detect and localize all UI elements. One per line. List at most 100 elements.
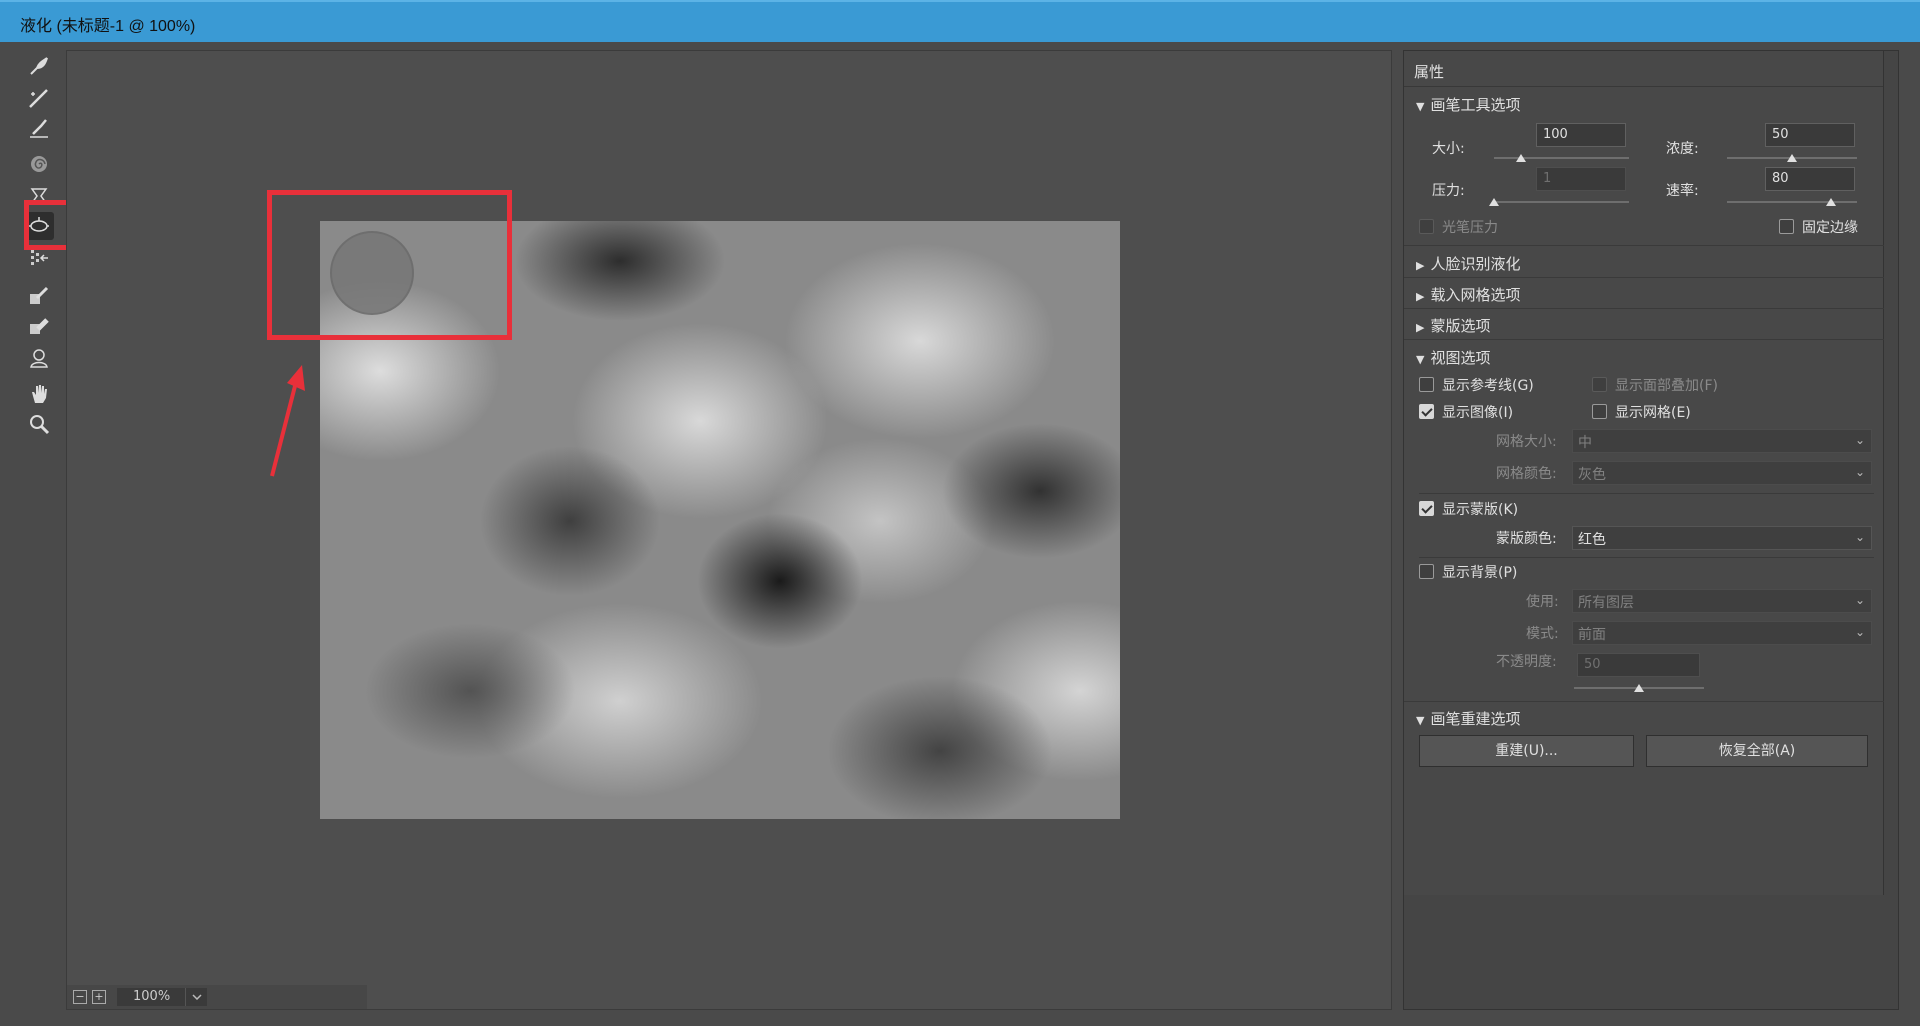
tool-bar — [14, 48, 90, 468]
section-brush-reconstruct-options[interactable]: ▼ 画笔重建选项 — [1416, 708, 1520, 729]
section-mask-options[interactable]: ▶ 蒙版选项 — [1416, 315, 1490, 336]
hand-icon[interactable] — [24, 380, 54, 408]
section-title: 画笔工具选项 — [1430, 96, 1521, 114]
show-mask-label: 显示蒙版(K) — [1442, 502, 1519, 518]
annotation-arrow — [270, 365, 305, 477]
opacity-label: 不透明度: — [1496, 654, 1557, 670]
rate-slider[interactable] — [1727, 201, 1857, 203]
section-title: 载入网格选项 — [1430, 286, 1521, 304]
show-backdrop-checkbox[interactable] — [1419, 564, 1434, 579]
mask-color-select[interactable]: 红色 ⌄ — [1572, 526, 1872, 550]
section-view-options[interactable]: ▼ 视图选项 — [1416, 347, 1490, 368]
canvas-area[interactable]: − + 100% — [66, 50, 1392, 1010]
divider — [1404, 339, 1884, 340]
show-guides-label: 显示参考线(G) — [1442, 378, 1534, 394]
chevron-down-icon: ⌄ — [1854, 625, 1865, 639]
stylus-pressure-checkbox[interactable] — [1419, 219, 1434, 234]
divider — [1404, 277, 1884, 278]
pressure-label: 压力: — [1432, 183, 1465, 199]
section-brush-tool-options[interactable]: ▼ 画笔工具选项 — [1416, 94, 1520, 115]
properties-header: 属性 — [1404, 51, 1883, 87]
brush-highlight-box — [267, 190, 512, 340]
face-icon[interactable] — [24, 344, 54, 372]
reconstruct-brush-icon[interactable] — [24, 84, 54, 112]
properties-scroll-area: 属性 ▼ 画笔工具选项 大小: 100 浓度: 50 压力: 1 速率: 80 光… — [1404, 51, 1884, 895]
section-title: 视图选项 — [1430, 349, 1491, 367]
show-guides-checkbox[interactable] — [1419, 377, 1434, 392]
size-field[interactable]: 100 — [1536, 123, 1626, 147]
expanded-triangle-icon: ▼ — [1416, 100, 1425, 113]
collapsed-triangle-icon: ▶ — [1416, 259, 1425, 272]
mask-color-label: 蒙版颜色: — [1496, 531, 1557, 547]
section-load-mesh-options[interactable]: ▶ 载入网格选项 — [1416, 284, 1520, 305]
section-title: 蒙版选项 — [1430, 317, 1491, 335]
section-title: 人脸识别液化 — [1430, 255, 1521, 273]
divider — [1419, 557, 1874, 558]
show-mesh-checkbox[interactable] — [1592, 404, 1607, 419]
section-title: 画笔重建选项 — [1430, 710, 1521, 728]
rate-field[interactable]: 80 — [1765, 167, 1855, 191]
chevron-down-icon — [191, 994, 202, 1000]
thaw-mask-icon[interactable] — [24, 312, 54, 340]
rate-slider-thumb[interactable] — [1826, 198, 1836, 206]
zoom-in-button[interactable]: + — [92, 990, 106, 1004]
pressure-slider-thumb[interactable] — [1489, 198, 1499, 206]
mesh-color-select[interactable]: 灰色 ⌄ — [1572, 461, 1872, 485]
density-slider-thumb[interactable] — [1787, 154, 1797, 162]
mesh-size-value: 中 — [1578, 435, 1592, 451]
zoom-icon[interactable] — [24, 410, 54, 438]
zoom-out-button[interactable]: − — [73, 990, 87, 1004]
density-field[interactable]: 50 — [1765, 123, 1855, 147]
mode-value: 前面 — [1578, 627, 1606, 643]
size-slider[interactable] — [1494, 157, 1629, 159]
mesh-size-select[interactable]: 中 ⌄ — [1572, 429, 1872, 453]
pressure-slider[interactable] — [1494, 201, 1629, 203]
zoom-bar: − + 100% — [67, 985, 367, 1009]
divider — [1404, 308, 1884, 309]
show-face-overlay-label: 显示面部叠加(F) — [1615, 378, 1718, 394]
chevron-down-icon: ⌄ — [1854, 465, 1865, 479]
mesh-color-label: 网格颜色: — [1496, 466, 1557, 482]
show-mesh-label: 显示网格(E) — [1615, 405, 1691, 421]
chevron-down-icon: ⌄ — [1854, 433, 1865, 447]
divider — [1419, 493, 1874, 494]
window-title: 液化 (未标题-1 @ 100%) — [20, 18, 196, 35]
collapsed-triangle-icon: ▶ — [1416, 321, 1425, 334]
show-face-overlay-checkbox[interactable] — [1592, 377, 1607, 392]
zoom-level-value: 100% — [133, 989, 171, 1004]
mask-color-value: 红色 — [1578, 532, 1606, 548]
use-label: 使用: — [1526, 594, 1559, 610]
chevron-down-icon: ⌄ — [1854, 530, 1865, 544]
show-image-checkbox[interactable] — [1419, 404, 1434, 419]
window-titlebar: 液化 (未标题-1 @ 100%) — [0, 0, 1920, 42]
pin-edges-checkbox[interactable] — [1779, 219, 1794, 234]
freeze-mask-icon[interactable] — [24, 282, 54, 310]
show-mask-checkbox[interactable] — [1419, 501, 1434, 516]
collapsed-triangle-icon: ▶ — [1416, 290, 1425, 303]
mesh-size-label: 网格大小: — [1496, 434, 1557, 450]
liquify-dialog: − + 100% 属性 ▼ 画笔工具选项 大小: 100 浓度: 50 压力: … — [0, 42, 1920, 1026]
twirl-icon[interactable] — [24, 150, 54, 178]
size-slider-thumb[interactable] — [1516, 154, 1526, 162]
forward-warp-icon[interactable] — [24, 52, 54, 80]
size-label: 大小: — [1432, 141, 1465, 157]
show-image-label: 显示图像(I) — [1442, 405, 1514, 421]
reconstruct-button[interactable]: 重建(U)... — [1419, 735, 1634, 767]
expanded-triangle-icon: ▼ — [1416, 714, 1425, 727]
use-select[interactable]: 所有图层 ⌄ — [1572, 589, 1872, 613]
pressure-field[interactable]: 1 — [1536, 167, 1626, 191]
mode-select[interactable]: 前面 ⌄ — [1572, 621, 1872, 645]
opacity-field[interactable]: 50 — [1577, 653, 1700, 677]
rate-label: 速率: — [1666, 183, 1699, 199]
zoom-dropdown-button[interactable] — [185, 988, 207, 1006]
opacity-slider-thumb[interactable] — [1634, 684, 1644, 692]
mesh-color-value: 灰色 — [1578, 467, 1606, 483]
pin-edges-label: 固定边缘 — [1802, 220, 1858, 236]
smooth-brush-icon[interactable] — [24, 114, 54, 142]
divider — [1404, 245, 1884, 246]
use-value: 所有图层 — [1578, 595, 1634, 611]
density-label: 浓度: — [1666, 141, 1699, 157]
section-face-aware-liquify[interactable]: ▶ 人脸识别液化 — [1416, 253, 1520, 274]
restore-all-button[interactable]: 恢复全部(A) — [1646, 735, 1868, 767]
expanded-triangle-icon: ▼ — [1416, 353, 1425, 366]
